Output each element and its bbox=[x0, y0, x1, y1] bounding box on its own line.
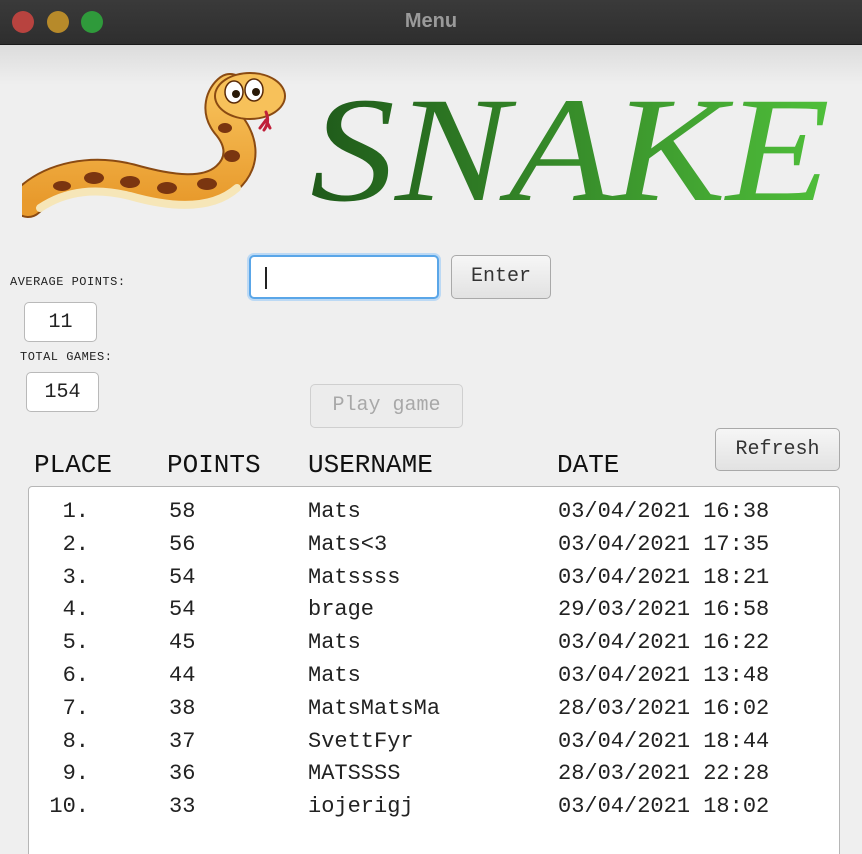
window-title: Menu bbox=[404, 10, 458, 32]
row-username: iojerigj bbox=[308, 794, 414, 820]
row-date: 28/03/2021 22:28 bbox=[558, 761, 770, 787]
row-points: 36 bbox=[169, 761, 196, 787]
row-place: 7. bbox=[62, 695, 89, 721]
row-username: Mats bbox=[308, 499, 361, 524]
play-game-button[interactable]: Play game bbox=[310, 384, 463, 428]
snake-wordmark-text: SNAKE bbox=[310, 70, 830, 233]
row-points: 44 bbox=[169, 663, 196, 688]
row-date: 03/04/2021 18:21 bbox=[558, 564, 770, 590]
total-games-label: TOTAL GAMES: bbox=[20, 350, 113, 364]
title-bar: Menu bbox=[0, 0, 862, 45]
table-row[interactable]: 3. 54 Matssss 03/04/2021 18:21 bbox=[29, 565, 839, 598]
row-date: 03/04/2021 16:22 bbox=[558, 630, 770, 656]
row-username: SvettFyr bbox=[308, 728, 414, 754]
column-header-date: DATE bbox=[557, 450, 620, 480]
row-username: Mats<3 bbox=[308, 531, 388, 557]
table-row[interactable]: 5. 45 Mats 03/04/2021 16:22 bbox=[29, 630, 839, 663]
table-row[interactable]: 7. 38 MatsMatsMa 28/03/2021 16:02 bbox=[29, 696, 839, 729]
row-date: 03/04/2021 16:38 bbox=[558, 499, 770, 524]
username-input[interactable] bbox=[249, 255, 439, 299]
row-points: 38 bbox=[169, 695, 196, 721]
row-username: brage bbox=[308, 597, 375, 623]
row-date: 29/03/2021 16:58 bbox=[558, 597, 770, 623]
enter-button[interactable]: Enter bbox=[451, 255, 551, 299]
column-header-username: USERNAME bbox=[308, 450, 433, 480]
leaderboard-list[interactable]: 1. 58 Mats 03/04/2021 16:38 2. 56 Mats<3 03/04/… bbox=[28, 486, 840, 854]
row-points: 45 bbox=[169, 630, 196, 656]
row-username: Mats bbox=[308, 663, 361, 688]
refresh-button[interactable]: Refresh bbox=[715, 428, 840, 471]
average-points-label: AVERAGE POINTS: bbox=[10, 275, 126, 289]
row-points: 54 bbox=[169, 564, 196, 590]
table-row[interactable]: 1. 58 Mats 03/04/2021 16:38 bbox=[29, 499, 839, 532]
total-games-value: 154 bbox=[26, 372, 99, 412]
table-row[interactable]: 6. 44 Mats 03/04/2021 13:48 bbox=[29, 663, 839, 696]
row-points: 58 bbox=[169, 499, 196, 524]
row-place: 8. bbox=[62, 728, 89, 754]
table-row[interactable]: 10. 33 iojerigj 03/04/2021 18:02 bbox=[29, 794, 839, 827]
row-place: 2. bbox=[62, 531, 89, 557]
row-username: Mats bbox=[308, 630, 361, 656]
row-date: 28/03/2021 16:02 bbox=[558, 695, 770, 721]
row-place: 6. bbox=[62, 663, 89, 688]
app-window: Menu SNAKE AVERAGE POINTS: 11 TOTAL GAME… bbox=[0, 0, 862, 854]
average-points-value: 11 bbox=[24, 302, 97, 342]
row-place: 5. bbox=[62, 630, 89, 656]
snake-mascot-logo bbox=[22, 72, 286, 218]
row-place: 4. bbox=[62, 597, 89, 623]
row-date: 03/04/2021 18:02 bbox=[558, 794, 770, 820]
table-row[interactable]: 4. 54 brage 29/03/2021 16:58 bbox=[29, 597, 839, 630]
row-date: 03/04/2021 18:44 bbox=[558, 728, 770, 754]
row-points: 33 bbox=[169, 794, 196, 820]
row-place: 10. bbox=[49, 794, 89, 820]
column-header-place: PLACE bbox=[34, 450, 113, 480]
snake-wordmark-logo: SNAKE bbox=[310, 70, 830, 233]
row-username: MatsMatsMa bbox=[308, 695, 441, 721]
row-points: 56 bbox=[169, 531, 196, 557]
row-username: MATSSSS bbox=[308, 761, 401, 787]
row-place: 9. bbox=[62, 761, 89, 787]
text-caret bbox=[265, 267, 267, 289]
row-username: Matssss bbox=[308, 564, 401, 590]
table-row[interactable]: 8. 37 SvettFyr 03/04/2021 18:44 bbox=[29, 729, 839, 762]
table-row[interactable]: 2. 56 Mats<3 03/04/2021 17:35 bbox=[29, 532, 839, 565]
row-place: 3. bbox=[62, 564, 89, 590]
row-date: 03/04/2021 17:35 bbox=[558, 531, 770, 557]
column-header-points: POINTS bbox=[167, 450, 261, 480]
row-place: 1. bbox=[62, 499, 89, 524]
row-points: 37 bbox=[169, 728, 196, 754]
table-row[interactable]: 9. 36 MATSSSS 28/03/2021 22:28 bbox=[29, 761, 839, 794]
row-date: 03/04/2021 13:48 bbox=[558, 663, 770, 688]
row-points: 54 bbox=[169, 597, 196, 623]
